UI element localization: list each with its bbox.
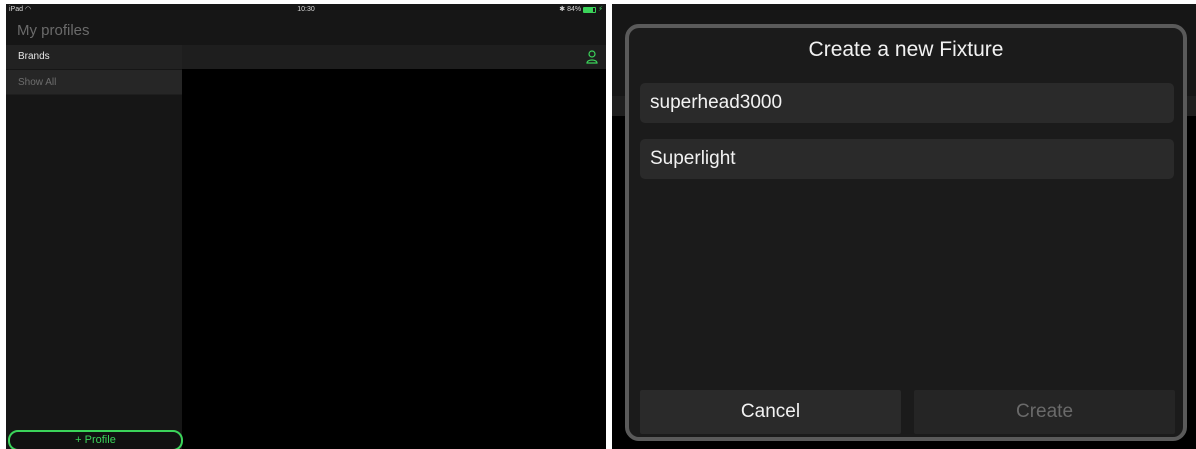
content-header	[182, 45, 606, 69]
sidebar-item-brands[interactable]: Brands	[6, 45, 182, 69]
dialog-title: Create a new Fixture	[808, 38, 1004, 61]
fixture-brand-field[interactable]: Superlight	[640, 139, 1174, 179]
app-screen-profiles: iPad ◠ 10:30 ✱ 84% ⚡ My profiles Brands …	[6, 4, 606, 449]
status-time: 10:30	[297, 6, 315, 13]
battery-percent: 84%	[567, 6, 582, 13]
cancel-button[interactable]: Cancel	[640, 390, 901, 434]
status-bar-dimmed	[612, 4, 1196, 16]
app-screen-dialog: Create a new Fixture superhead3000 Super…	[612, 4, 1196, 449]
create-button[interactable]: Create	[914, 390, 1175, 434]
battery-fill	[584, 8, 594, 12]
sidebar: Brands Show All	[6, 45, 182, 449]
content-area	[182, 69, 606, 449]
create-fixture-dialog: Create a new Fixture superhead3000 Super…	[625, 24, 1187, 441]
status-battery: ✱ 84% ⚡	[559, 4, 603, 16]
title-bar: My profiles	[6, 16, 606, 45]
sidebar-item-show-all[interactable]: Show All	[6, 70, 182, 95]
status-bar: iPad ◠ 10:30 ✱ 84% ⚡	[6, 4, 606, 16]
charging-icon: ⚡	[598, 6, 603, 13]
page-title: My profiles	[17, 22, 90, 39]
bluetooth-icon: ✱	[559, 6, 566, 13]
add-profile-button[interactable]: + Profile	[8, 430, 183, 449]
user-icon[interactable]	[586, 50, 598, 64]
battery-icon	[583, 7, 597, 13]
fixture-name-field[interactable]: superhead3000	[640, 83, 1174, 123]
